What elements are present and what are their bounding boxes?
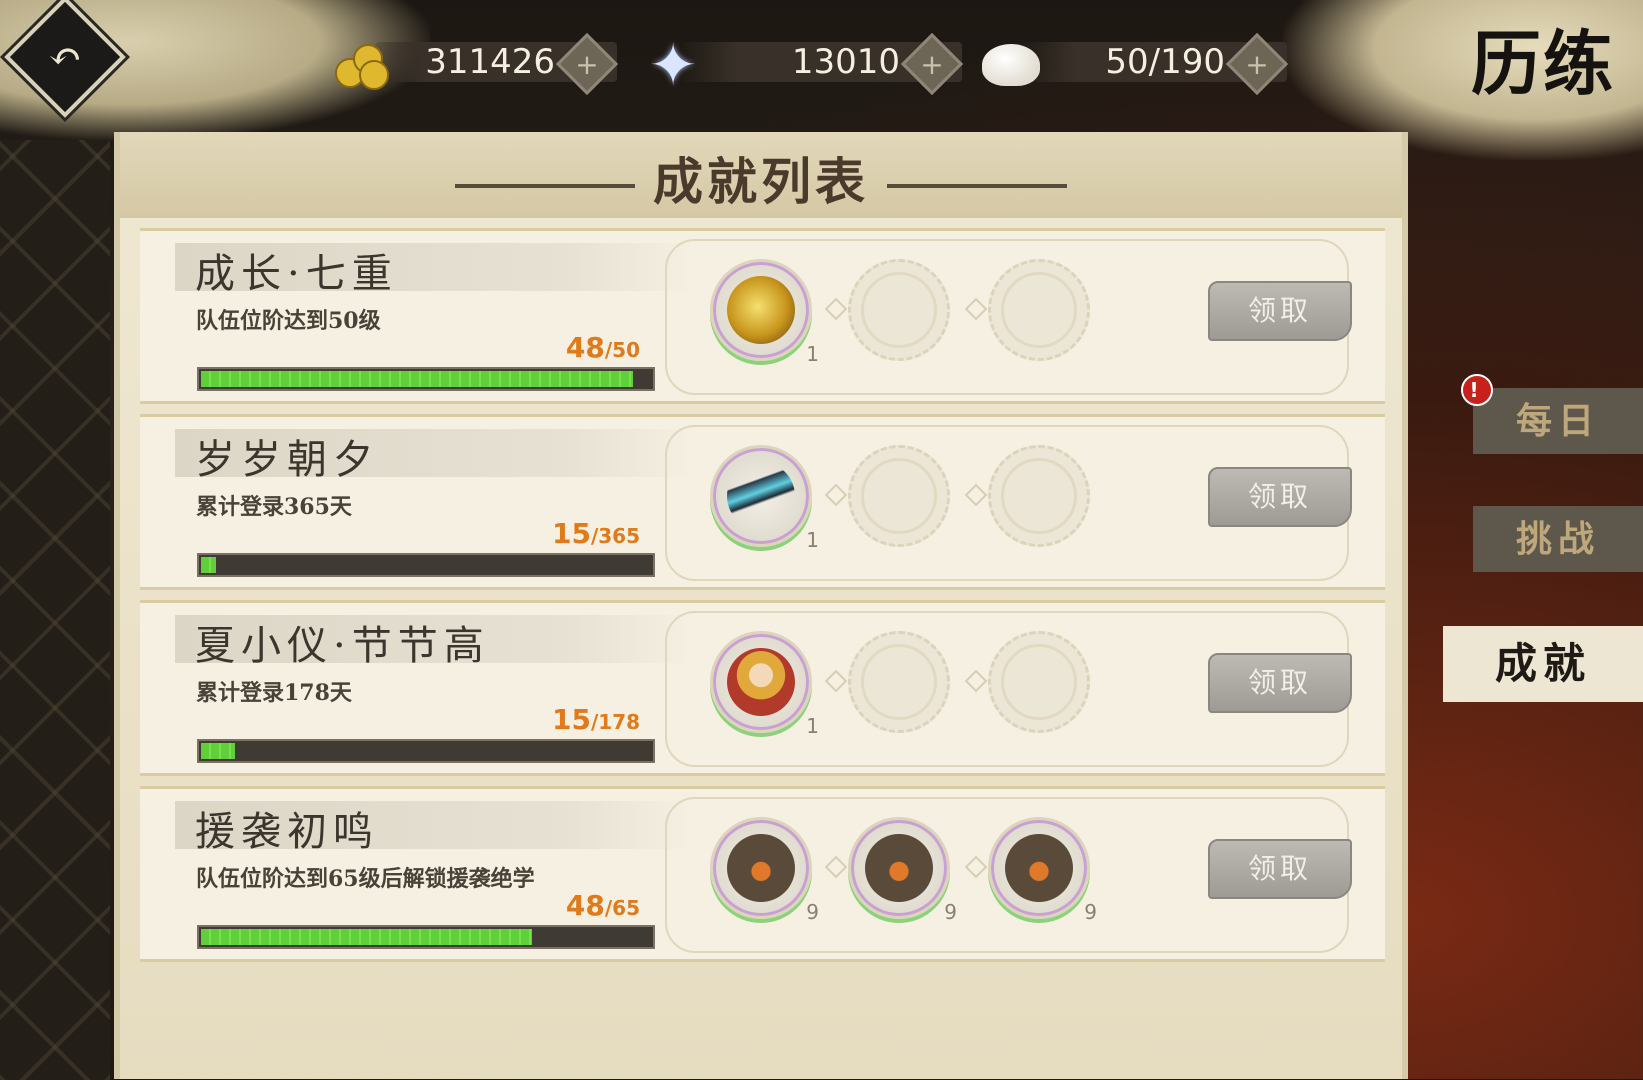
progress-text: 15/178 [551, 703, 640, 736]
reward-slot[interactable]: 9 [988, 817, 1097, 924]
page-title: 历练 [1471, 22, 1615, 105]
achievement-card: 岁岁朝夕 累计登录365天 15/365 1 领取 [140, 414, 1385, 590]
panel-title: 成就列表 [120, 142, 1402, 214]
progress-fill [201, 557, 216, 573]
progress-bar [197, 739, 655, 763]
crystals-value: 13010 [791, 42, 900, 82]
achievement-card: 援袭初鸣 队伍位阶达到65级后解锁援袭绝学 48/65 9 9 9 领取 [140, 786, 1385, 962]
reward-slot[interactable]: 1 [710, 631, 819, 738]
tab-achievement[interactable]: 成就 [1443, 626, 1643, 702]
back-arrow-icon: ↶ [48, 34, 82, 80]
progress-fill [201, 371, 633, 387]
plus-icon: + [920, 47, 944, 81]
star-crystal-icon: ✦ [648, 31, 698, 99]
empty-reward-slot [848, 259, 950, 361]
progress-text: 15/365 [551, 517, 640, 550]
achievement-scroll-panel: 成就列表 成长·七重 队伍位阶达到50级 48/50 1 领取 岁岁朝夕 累计登… [114, 132, 1408, 1079]
reward-slot[interactable]: 1 [710, 445, 819, 552]
tab-daily-label: 每日 [1515, 400, 1600, 442]
progress-fill [201, 743, 236, 759]
empty-reward-slot [988, 631, 1090, 733]
reward-qty: 9 [944, 900, 957, 924]
tab-daily[interactable]: 每日 ! [1461, 374, 1643, 454]
reward-slot[interactable]: 9 [848, 817, 957, 924]
achievement-desc: 队伍位阶达到50级 [196, 308, 381, 334]
reward-qty: 9 [806, 900, 819, 924]
window-lattice-decoration [0, 140, 110, 1080]
skill-token-icon [1005, 834, 1073, 902]
tab-achievement-label: 成就 [1494, 639, 1591, 688]
achievement-name: 夏小仪·节节高 [195, 623, 490, 669]
reward-slot[interactable]: 1 [710, 259, 819, 366]
achievement-name: 成长·七重 [195, 251, 398, 297]
progress-fill [201, 929, 533, 945]
skill-token-icon [865, 834, 933, 902]
achievement-name: 援袭初鸣 [195, 809, 379, 855]
scroll-header: 成就列表 [120, 132, 1402, 218]
resource-stamina: 50/190 + [982, 32, 1289, 96]
progress-text: 48/50 [565, 331, 640, 364]
achievement-card: 成长·七重 队伍位阶达到50级 48/50 1 领取 [140, 228, 1385, 404]
progress-text: 48/65 [565, 889, 640, 922]
resource-crystals: ✦ 13010 + [642, 32, 964, 96]
tab-challenge[interactable]: 挑战 [1473, 506, 1643, 572]
character-portrait-icon [727, 648, 795, 716]
reward-qty: 1 [806, 528, 819, 552]
achievement-desc: 队伍位阶达到65级后解锁援袭绝学 [196, 866, 535, 892]
stamina-value: 50/190 [1105, 42, 1225, 82]
empty-reward-slot [988, 445, 1090, 547]
progress-bar [197, 367, 655, 391]
achievement-name: 岁岁朝夕 [195, 437, 379, 483]
coin-icon [335, 40, 389, 90]
empty-reward-slot [848, 445, 950, 547]
reward-qty: 1 [806, 342, 819, 366]
progress-bar [197, 553, 655, 577]
progress-bar [197, 925, 655, 949]
achievement-card: 夏小仪·节节高 累计登录178天 15/178 1 领取 [140, 600, 1385, 776]
claim-button[interactable]: 领取 [1208, 467, 1352, 527]
gold-compass-icon [727, 276, 795, 344]
empty-reward-slot [848, 631, 950, 733]
plus-icon: + [1245, 47, 1269, 81]
tab-challenge-label: 挑战 [1515, 518, 1600, 560]
reward-slot[interactable]: 9 [710, 817, 819, 924]
claim-button[interactable]: 领取 [1208, 281, 1352, 341]
claim-button[interactable]: 领取 [1208, 653, 1352, 713]
steamed-bun-icon [982, 44, 1040, 86]
plus-icon: + [575, 47, 599, 81]
resource-coins: 311426 + [335, 32, 619, 96]
sword-icon [727, 462, 795, 530]
notification-badge: ! [1461, 374, 1493, 406]
skill-token-icon [727, 834, 795, 902]
reward-qty: 1 [806, 714, 819, 738]
empty-reward-slot [988, 259, 1090, 361]
coins-value: 311426 [425, 42, 555, 82]
achievement-desc: 累计登录178天 [196, 680, 352, 706]
reward-qty: 9 [1084, 900, 1097, 924]
claim-button[interactable]: 领取 [1208, 839, 1352, 899]
achievement-desc: 累计登录365天 [196, 494, 352, 520]
